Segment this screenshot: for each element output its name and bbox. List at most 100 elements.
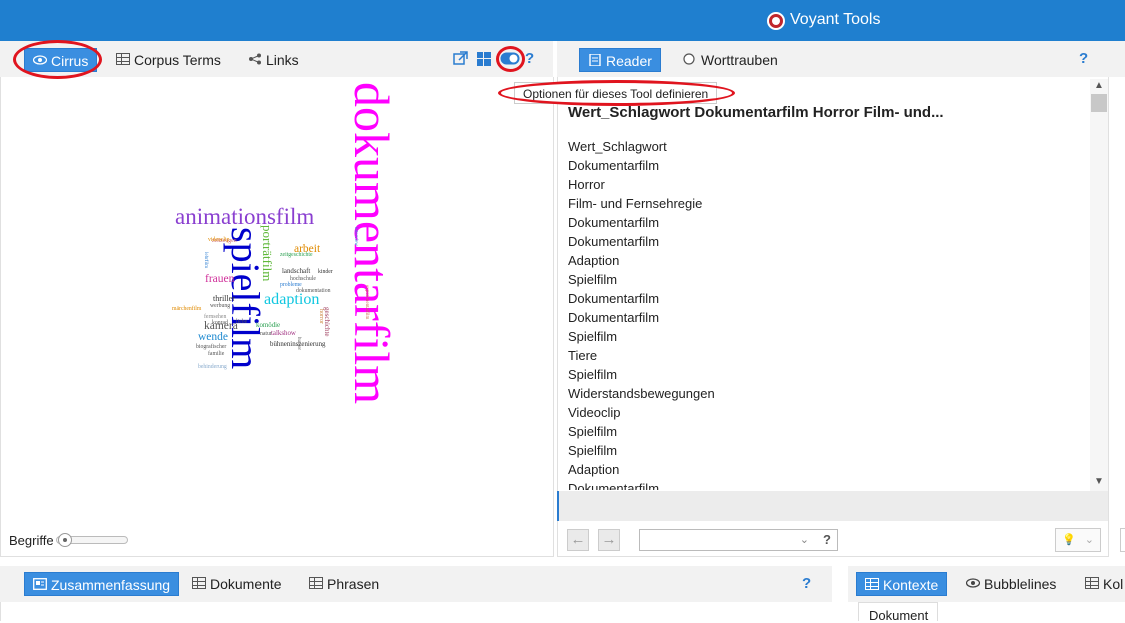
cloud-word[interactable]: porträtfilm: [260, 225, 275, 281]
radio-icon: [683, 53, 695, 65]
reader-line: Horror: [568, 177, 605, 192]
column-header-dokument[interactable]: Dokument: [858, 602, 938, 623]
tab-label: Dokumente: [210, 576, 282, 592]
tab-label: Bubblelines: [984, 576, 1057, 592]
reader-line: Spielfilm: [568, 443, 618, 458]
summary-toolbar: Zusammenfassung Dokumente Phrasen ?: [0, 566, 832, 602]
cloud-word[interactable]: komödie: [256, 322, 280, 329]
cloud-word[interactable]: biografischer: [196, 343, 226, 350]
cloud-word[interactable]: experimentalfilm: [364, 285, 369, 320]
help-icon[interactable]: ?: [525, 50, 534, 67]
tab-corpus-terms[interactable]: Corpus Terms: [108, 48, 229, 72]
reader-line: Spielfilm: [568, 424, 618, 439]
tab-label: Kontexte: [883, 577, 939, 593]
reader-document-title: Wert_Schlagwort Dokumentarfilm Horror Fi…: [568, 104, 944, 121]
cloud-word[interactable]: probleme: [280, 282, 302, 288]
chevron-down-icon: ⌄: [1084, 534, 1094, 546]
panel-edge: [1120, 528, 1125, 552]
share-icon: [249, 53, 261, 65]
export-icon[interactable]: [453, 51, 468, 66]
reader-toolbar: Reader Worttrauben ?: [557, 41, 1125, 77]
grid-icon: [1085, 577, 1099, 589]
scrollbar-thumb[interactable]: [1091, 94, 1107, 112]
cloud-word[interactable]: behinderung: [198, 364, 227, 370]
reader-line: Widerstandsbewegungen: [568, 386, 715, 401]
reader-line: Adaption: [568, 253, 620, 268]
cloud-word[interactable]: landschaft: [282, 268, 310, 275]
help-icon[interactable]: ?: [802, 575, 811, 592]
tab-label: Zusammenfassung: [51, 577, 171, 593]
grid-icon: [116, 53, 130, 65]
reader-content: Wert_Schlagwort Dokumentarfilm Horror Film-…: [568, 137, 1088, 490]
cloud-word[interactable]: konrad: [212, 320, 228, 326]
cloud-word[interactable]: interview: [353, 227, 358, 246]
cloud-word[interactable]: familie: [208, 350, 225, 357]
lightbulb-button[interactable]: 💡 ⌄: [1055, 528, 1101, 552]
windows-icon[interactable]: [477, 52, 491, 66]
tab-links[interactable]: Links: [240, 48, 307, 72]
reader-line: Dokumentarfilm: [568, 234, 660, 249]
reader-line: Spielfilm: [568, 272, 618, 287]
tab-zusammenfassung[interactable]: Zusammenfassung: [24, 572, 180, 596]
voyant-logo-icon: [767, 12, 785, 30]
cloud-word[interactable]: werbung: [210, 303, 230, 309]
cloud-word[interactable]: märchenfilm: [172, 305, 202, 312]
help-icon[interactable]: ?: [823, 532, 831, 547]
tab-label: Links: [266, 52, 299, 68]
cloud-word[interactable]: talkshow: [271, 330, 296, 337]
reader-search-input[interactable]: ⌄ ?: [639, 529, 838, 551]
app-header: Voyant Tools: [0, 0, 1125, 41]
reader-line: Dokumentarfilm: [568, 291, 660, 306]
document-icon: [589, 54, 601, 66]
tab-dokumente[interactable]: Dokumente: [184, 572, 290, 596]
tab-phrasen[interactable]: Phrasen: [301, 572, 387, 596]
cloud-word[interactable]: natur: [260, 331, 272, 337]
scroll-up-icon[interactable]: ▲: [1094, 80, 1104, 91]
tab-reader[interactable]: Reader: [579, 48, 661, 72]
scroll-down-icon[interactable]: ▼: [1094, 476, 1104, 487]
grid-icon: [865, 578, 879, 590]
cloud-word[interactable]: liebe: [236, 319, 248, 325]
tab-kontexte[interactable]: Kontexte: [856, 572, 948, 596]
terms-slider-handle[interactable]: [58, 533, 72, 547]
cloud-word[interactable]: lehrfilm: [203, 252, 208, 268]
grid-icon: [192, 577, 206, 589]
cloud-word[interactable]: zeitgeschichte: [280, 252, 313, 258]
reader-line: Wert_Schlagwort: [568, 139, 667, 154]
contexts-toolbar: Kontexte Bubblelines Kol: [848, 566, 1125, 602]
annotation-circle: [496, 46, 525, 72]
tab-kollokationen[interactable]: Kol: [1077, 572, 1125, 596]
reader-corpus-bar[interactable]: [557, 491, 1108, 521]
reader-line: Videoclip: [568, 405, 621, 420]
app-title: Voyant Tools: [790, 11, 881, 28]
cloud-word[interactable]: kinder: [318, 269, 333, 275]
cloud-word[interactable]: frauen: [205, 273, 235, 285]
reader-line: Tiere: [568, 348, 598, 363]
help-icon[interactable]: ?: [1079, 50, 1088, 67]
cloud-word[interactable]: dokumentarfilm: [344, 82, 400, 404]
cloud-word[interactable]: humor: [296, 337, 301, 350]
tab-bubblelines[interactable]: Bubblelines: [958, 572, 1064, 596]
terms-slider-label: Begriffe: [9, 533, 54, 548]
chevron-down-icon[interactable]: ⌄: [800, 533, 809, 546]
reader-line: Spielfilm: [568, 329, 618, 344]
annotation-circle: [13, 40, 102, 79]
tab-label: Phrasen: [327, 576, 380, 592]
next-arrow-icon[interactable]: →: [598, 529, 620, 551]
cloud-word[interactable]: geschichte: [323, 307, 331, 337]
previous-arrow-icon[interactable]: ←: [567, 529, 589, 551]
cloud-word[interactable]: animationsfilm: [175, 204, 314, 229]
cloud-word[interactable]: dokumentation: [296, 288, 331, 294]
annotation-circle: [498, 80, 735, 106]
cloud-word[interactable]: fernsehen: [204, 313, 226, 320]
cloud-word[interactable]: videoclip: [208, 237, 230, 243]
cloud-word[interactable]: thriller: [213, 294, 235, 303]
cloud-word[interactable]: wende: [198, 331, 228, 343]
reader-line: Dokumentarfilm: [568, 310, 660, 325]
summary-icon: [33, 578, 47, 590]
reader-line: Spielfilm: [568, 367, 618, 382]
reader-line: Dokumentarfilm: [568, 158, 660, 173]
reader-scrollbar[interactable]: ▲ ▼: [1090, 79, 1108, 491]
reader-line: Dokumentarfilm: [568, 215, 660, 230]
tab-worttrauben[interactable]: Worttrauben: [675, 48, 786, 72]
